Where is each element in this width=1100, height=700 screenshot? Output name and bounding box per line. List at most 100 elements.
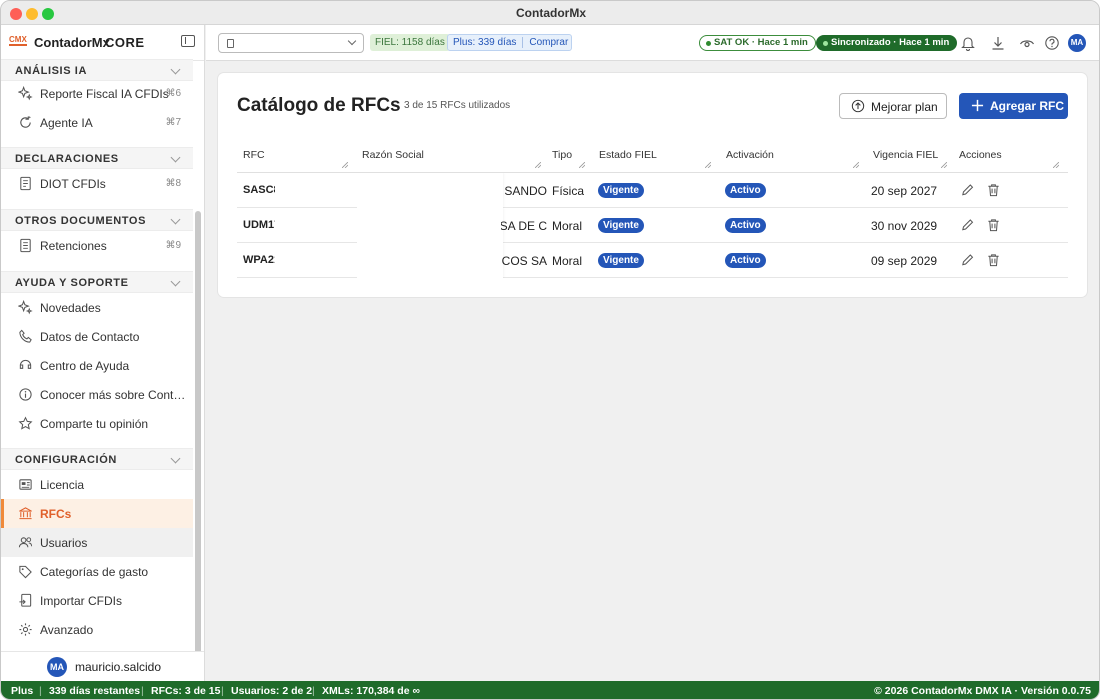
sidebar-item-importar-cfdis[interactable]: Importar CFDIs: [1, 586, 193, 615]
column-header-vigencia-fiel[interactable]: Vigencia FIEL: [867, 142, 951, 173]
bank-icon: [19, 507, 32, 520]
sidebar-item-conocer-mas[interactable]: Conocer más sobre Cont…: [1, 380, 193, 409]
sidebar-header: CMX ContadorMx CORE: [1, 25, 204, 61]
main-content: Catálogo de RFCs 3 de 15 RFCs utilizados…: [206, 61, 1099, 681]
sidebar-item-categorias-gasto[interactable]: Categorías de gasto: [1, 557, 193, 586]
buy-link[interactable]: Comprar: [529, 37, 568, 48]
sidebar-item-datos-contacto[interactable]: Datos de Contacto: [1, 322, 193, 351]
sidebar-item-licencia[interactable]: Licencia: [1, 470, 193, 499]
window-title: ContadorMx: [516, 6, 586, 20]
sidebar-item-reporte-fiscal-ia[interactable]: Reporte Fiscal IA CFDIs ⌘6: [1, 79, 193, 108]
status-rfcs: RFCs: 3 de 15: [151, 685, 221, 697]
sidebar-item-label: Licencia: [40, 478, 85, 492]
column-header-estado-fiel[interactable]: Estado FIEL: [593, 142, 715, 173]
top-bar: FIEL: 1158 días Plus: 339 días Comprar SA…: [206, 25, 1099, 61]
license-icon: [19, 479, 32, 490]
cell-rfc: WPA21: [243, 254, 275, 266]
upgrade-plan-button[interactable]: Mejorar plan: [839, 93, 947, 119]
column-header-tipo[interactable]: Tipo: [546, 142, 589, 173]
section-analisis-ia[interactable]: ANÁLISIS IA: [1, 59, 193, 81]
section-ayuda-soporte[interactable]: AYUDA Y SOPORTE: [1, 271, 193, 293]
sidebar-item-avanzado[interactable]: Avanzado: [1, 615, 193, 644]
sidebar-item-retenciones[interactable]: Retenciones ⌘9: [1, 231, 193, 260]
razon-social-text: O SANDO: [501, 184, 547, 198]
sidebar-item-rfcs[interactable]: RFCs: [1, 499, 193, 528]
refresh-spark-icon: [20, 115, 32, 128]
shortcut-hint: ⌘9: [165, 240, 181, 251]
column-header-razon-social[interactable]: Razón Social: [356, 142, 545, 173]
activation-status-badge: Activo: [725, 253, 766, 268]
razon-social-text: SA DE C: [501, 219, 547, 233]
resize-handle-icon[interactable]: [853, 162, 859, 168]
cell-razon-social: SA DE C: [357, 208, 547, 243]
bell-icon[interactable]: [960, 35, 976, 51]
shortcut-hint: ⌘8: [165, 178, 181, 189]
resize-handle-icon[interactable]: [535, 162, 541, 168]
sidebar: CMX ContadorMx CORE ANÁLISIS IA Reporte …: [1, 25, 205, 681]
section-otros-documentos[interactable]: OTROS DOCUMENTOS: [1, 209, 193, 231]
sidebar-user[interactable]: MA mauricio.salcido: [1, 651, 204, 681]
help-circle-icon[interactable]: [1044, 35, 1060, 51]
sidebar-scrollbar[interactable]: [195, 211, 201, 675]
sidebar-item-label: Conocer más sobre Cont…: [40, 388, 186, 402]
cell-rfc: UDM17: [243, 219, 275, 231]
column-header-rfc[interactable]: RFC: [237, 142, 352, 173]
sidebar-item-centro-ayuda[interactable]: Centro de Ayuda: [1, 351, 193, 380]
sidebar-collapse-icon[interactable]: [181, 35, 195, 47]
sidebar-item-label: Avanzado: [40, 623, 94, 637]
resize-handle-icon[interactable]: [705, 162, 711, 168]
resize-handle-icon[interactable]: [579, 162, 585, 168]
status-plan: Plus: [11, 685, 34, 697]
cell-razon-social: O SANDO: [357, 173, 547, 208]
sidebar-item-label: Novedades: [40, 301, 101, 315]
sidebar-item-usuarios[interactable]: Usuarios: [1, 528, 193, 557]
fiel-status-badge: Vigente: [598, 218, 644, 233]
rfc-usage-label: 3 de 15 RFCs utilizados: [404, 100, 511, 111]
eye-icon[interactable]: [1019, 35, 1035, 51]
status-bar: Plus | 339 días restantes | RFCs: 3 de 1…: [1, 681, 1099, 699]
column-header-activacion[interactable]: Activación: [720, 142, 863, 173]
chevron-down-icon: [170, 453, 181, 464]
status-users: Usuarios: 2 de 2: [231, 685, 313, 697]
sidebar-item-label: Importar CFDIs: [40, 594, 123, 608]
trash-icon[interactable]: [986, 252, 1001, 268]
add-rfc-label: Agregar RFC: [990, 99, 1065, 113]
table-row[interactable]: SASC8 O SANDO Física Vigente Activo 20 s…: [237, 173, 1068, 208]
sidebar-item-agente-ia[interactable]: Agente IA ⌘7: [1, 108, 193, 137]
app-window: ContadorMx CMX ContadorMx CORE ANÁLISIS …: [0, 0, 1100, 700]
resize-handle-icon[interactable]: [342, 162, 348, 168]
resize-handle-icon[interactable]: [1053, 162, 1059, 168]
fiel-status-badge: Vigente: [598, 183, 644, 198]
sidebar-item-novedades[interactable]: Novedades: [1, 293, 193, 322]
redaction-mask: [357, 243, 503, 278]
edit-pencil-icon[interactable]: [960, 217, 975, 233]
sidebar-nav: ANÁLISIS IA Reporte Fiscal IA CFDIs ⌘6 A…: [1, 59, 204, 651]
table-row[interactable]: WPA21 ICOS SA Moral Vigente Activo 09 se…: [237, 243, 1068, 278]
column-header-label: Acciones: [959, 149, 1002, 161]
phone-icon: [19, 329, 32, 343]
edit-pencil-icon[interactable]: [960, 252, 975, 268]
section-declaraciones[interactable]: DECLARACIONES: [1, 147, 193, 169]
activation-status-badge: Activo: [725, 218, 766, 233]
status-copyright: © 2026 ContadorMx DMX IA · Versión 0.0.7…: [874, 685, 1091, 697]
sidebar-item-diot-cfdis[interactable]: DIOT CFDIs ⌘8: [1, 169, 193, 198]
brand-edition: CORE: [105, 35, 145, 50]
add-rfc-button[interactable]: Agregar RFC: [959, 93, 1068, 119]
sidebar-item-label: Retenciones: [40, 239, 107, 253]
table-row[interactable]: UDM17 SA DE C Moral Vigente Activo 30 no…: [237, 208, 1068, 243]
trash-icon[interactable]: [986, 182, 1001, 198]
rfc-select[interactable]: [218, 33, 364, 53]
download-icon[interactable]: [990, 35, 1006, 51]
gear-icon: [19, 623, 32, 636]
status-xmls: XMLs: 170,384 de ∞: [322, 685, 420, 697]
cell-vigencia: 30 nov 2029: [871, 219, 938, 233]
trash-icon[interactable]: [986, 217, 1001, 233]
resize-handle-icon[interactable]: [941, 162, 947, 168]
user-avatar-button[interactable]: MA: [1068, 34, 1086, 52]
redaction-mask: [357, 173, 503, 208]
column-header-acciones[interactable]: Acciones: [953, 142, 1063, 173]
sidebar-item-comparte-opinion[interactable]: Comparte tu opinión: [1, 409, 193, 438]
edit-pencil-icon[interactable]: [960, 182, 975, 198]
column-header-label: Estado FIEL: [599, 149, 657, 161]
section-configuracion[interactable]: CONFIGURACIÓN: [1, 448, 193, 470]
